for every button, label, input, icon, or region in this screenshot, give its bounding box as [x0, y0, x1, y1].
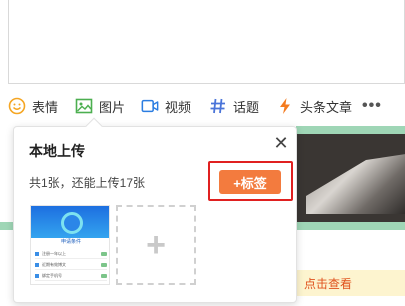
close-icon[interactable]: ✕: [272, 133, 290, 153]
video-tool[interactable]: 视频: [141, 92, 191, 120]
popup-pointer: [85, 117, 103, 135]
article-label: 头条文章: [300, 99, 353, 115]
thumbnail-row: 注册一年以上: [35, 250, 107, 259]
emoji-icon: [8, 97, 26, 115]
video-icon: [141, 97, 159, 115]
topic-tool[interactable]: 话题: [209, 92, 259, 120]
image-tool[interactable]: 图片: [75, 92, 125, 120]
compose-textarea[interactable]: [8, 0, 405, 84]
video-label: 视频: [165, 99, 192, 115]
thumbnail-subtitle: 申请条件: [60, 239, 81, 245]
row-check-icon: [101, 274, 107, 278]
thumbnail-graphic: [61, 212, 83, 234]
feed-image-frame-top: [296, 126, 405, 134]
thumbnail-row: 近期有效博文: [35, 261, 107, 270]
article-tool[interactable]: 头条文章: [276, 92, 352, 120]
feed-notice-bar[interactable]: 点击查看: [296, 270, 405, 296]
add-image-button[interactable]: +: [116, 205, 196, 285]
row-check-icon: [101, 263, 107, 267]
more-button[interactable]: •••: [362, 92, 382, 120]
more-icon: •••: [362, 97, 382, 114]
topic-label: 话题: [233, 99, 260, 115]
plus-icon: +: [146, 226, 166, 264]
feed-post-image[interactable]: [296, 126, 405, 230]
emoji-label: 表情: [32, 99, 59, 115]
view-link[interactable]: 点击查看: [304, 275, 352, 292]
row-bullet-icon: [35, 274, 39, 278]
thumbnail-row-text: 注册一年以上: [42, 251, 66, 256]
row-bullet-icon: [35, 252, 39, 256]
thumbnail-row-text: 绑定手机号: [42, 273, 62, 278]
emoji-tool[interactable]: 表情: [8, 92, 58, 120]
image-label: 图片: [99, 99, 126, 115]
thumbnail-row: 绑定手机号: [35, 272, 107, 281]
thumbnail-row-text: 近期有效博文: [42, 262, 66, 267]
popup-title: 本地上传: [29, 143, 85, 159]
lightning-icon: [276, 97, 294, 115]
upload-popup: 本地上传 ✕ 共1张，还能上传17张 +标签 申请条件 注册一年以上 近期有效博…: [13, 117, 297, 303]
row-check-icon: [101, 252, 107, 256]
feed-image-content: [306, 154, 405, 214]
add-tag-button[interactable]: +标签: [219, 170, 281, 194]
image-icon: [75, 97, 93, 115]
uploaded-image-thumbnail[interactable]: 申请条件 注册一年以上 近期有效博文 绑定手机号: [30, 205, 110, 285]
hashtag-icon: [209, 97, 227, 115]
row-bullet-icon: [35, 263, 39, 267]
upload-count-text: 共1张，还能上传17张: [29, 176, 146, 190]
thumbnail-banner: [31, 206, 109, 238]
compose-toolbar: 表情 图片 视频 话题 头条文章 •••: [0, 92, 405, 120]
